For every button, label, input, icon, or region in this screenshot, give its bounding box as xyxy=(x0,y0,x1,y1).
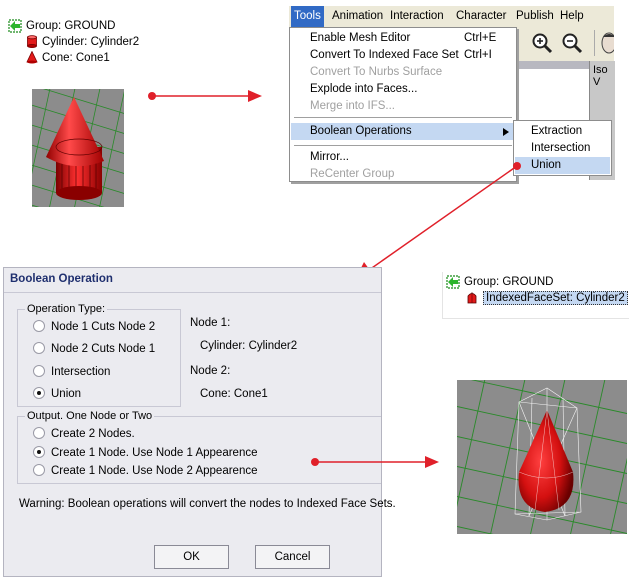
arrow-to-result xyxy=(311,456,439,468)
menu-item-label: Mirror... xyxy=(310,151,349,163)
node2-label: Node 2: xyxy=(190,365,231,377)
menu-item-label: Enable Mesh Editor xyxy=(310,32,411,44)
menu-item-convert-ifs[interactable]: Convert To Indexed Face Set Ctrl+I xyxy=(291,47,515,64)
scene-render xyxy=(457,380,627,534)
radio-label: Create 1 Node. Use Node 2 Appearence xyxy=(51,465,258,477)
radio-union[interactable]: Union xyxy=(33,386,81,402)
radio-create-1-node-node2[interactable]: Create 1 Node. Use Node 2 Appearence xyxy=(33,463,258,479)
radio-node2-cuts-node1[interactable]: Node 2 Cuts Node 1 xyxy=(33,341,155,357)
node2-value: Cone: Cone1 xyxy=(200,388,268,400)
cancel-button[interactable]: Cancel xyxy=(255,545,330,569)
ok-button[interactable]: OK xyxy=(154,545,229,569)
menu-item-shortcut: Ctrl+I xyxy=(464,49,492,61)
radio-button[interactable] xyxy=(33,386,45,399)
tree-item-label: Group: GROUND xyxy=(464,276,554,288)
submenu-item-label: Extraction xyxy=(531,125,583,137)
radio-button[interactable] xyxy=(33,463,45,476)
tree-item-group[interactable]: Group: GROUND xyxy=(446,274,553,290)
group-icon xyxy=(8,19,22,33)
tree-item-cylinder[interactable]: Cylinder: Cylinder2 xyxy=(26,34,139,50)
submenu-item-label: Intersection xyxy=(531,142,591,154)
radio-label: Intersection xyxy=(51,366,111,378)
toolbar-strip xyxy=(514,27,614,61)
radio-create-2-nodes[interactable]: Create 2 Nodes. xyxy=(33,426,135,442)
operation-type-label: Operation Type: xyxy=(25,303,108,315)
menu-separator xyxy=(294,117,512,118)
menu-animation[interactable]: Animation xyxy=(329,6,386,27)
submenu-item-extraction[interactable]: Extraction xyxy=(515,123,610,140)
menu-publish[interactable]: Publish xyxy=(513,6,557,27)
boolean-operation-dialog: Boolean Operation Operation Type: Node 1… xyxy=(3,267,396,577)
submenu-item-intersection[interactable]: Intersection xyxy=(515,140,610,157)
tree-item-label-selected: IndexedFaceSet: Cylinder2 xyxy=(483,291,628,305)
submenu-item-label: Union xyxy=(531,159,562,171)
warning-text: Warning: Boolean operations will convert… xyxy=(19,498,396,510)
radio-button[interactable] xyxy=(33,426,45,439)
cylinder-icon xyxy=(27,35,37,49)
menu-item-merge-ifs: Merge into IFS... xyxy=(291,98,515,115)
menu-item-shortcut: Ctrl+E xyxy=(464,32,497,44)
radio-create-1-node-node1[interactable]: Create 1 Node. Use Node 1 Appearence xyxy=(33,445,258,461)
dialog-title: Boolean Operation xyxy=(10,273,113,285)
tree-item-group[interactable]: Group: GROUND xyxy=(8,18,115,34)
indexed-face-set-icon xyxy=(467,292,477,304)
zoom-in-icon[interactable] xyxy=(530,31,554,55)
menu-item-explode-faces[interactable]: Explode into Faces... xyxy=(291,81,515,98)
menu-item-label: Explode into Faces... xyxy=(310,83,418,95)
tree-item-indexed-face-set[interactable]: IndexedFaceSet: Cylinder2 xyxy=(465,290,628,306)
menu-item-enable-mesh-editor[interactable]: Enable Mesh Editor Ctrl+E xyxy=(291,30,515,47)
radio-label: Node 1 Cuts Node 2 xyxy=(51,321,156,333)
radio-label: Create 1 Node. Use Node 1 Appearence xyxy=(51,447,258,459)
right-scene-tree: Group: GROUND IndexedFaceSet: Cylinder2 xyxy=(442,272,629,319)
submenu-item-union[interactable]: Union xyxy=(515,157,610,174)
radio-button[interactable] xyxy=(33,364,45,377)
radio-label: Node 2 Cuts Node 1 xyxy=(51,343,156,355)
cone-icon xyxy=(26,51,38,64)
menu-character[interactable]: Character xyxy=(453,6,510,27)
menu-separator xyxy=(294,145,512,146)
node1-label: Node 1: xyxy=(190,317,231,329)
menu-item-label: Convert To Nurbs Surface xyxy=(310,66,443,78)
output-label: Output. One Node or Two xyxy=(25,410,155,422)
menu-item-label: Boolean Operations xyxy=(310,125,412,137)
tree-item-label: Cone: Cone1 xyxy=(42,52,110,64)
radio-intersection[interactable]: Intersection xyxy=(33,364,110,380)
arrow-to-menu xyxy=(148,90,262,102)
menu-help[interactable]: Help xyxy=(557,6,587,27)
viewport-original-objects[interactable] xyxy=(32,89,124,207)
viewport-label: Iso V xyxy=(593,64,608,88)
avatar-face-icon[interactable] xyxy=(599,31,614,56)
menu-tools[interactable]: Tools xyxy=(291,6,324,27)
tree-item-cone[interactable]: Cone: Cone1 xyxy=(26,50,110,66)
boolean-submenu: Extraction Intersection Union xyxy=(513,120,612,176)
menu-item-label: Merge into IFS... xyxy=(310,100,396,112)
viewport-union-result[interactable] xyxy=(457,380,627,534)
radio-label: Union xyxy=(51,388,82,400)
zoom-out-icon[interactable] xyxy=(560,31,584,55)
radio-button[interactable] xyxy=(33,341,45,354)
menu-item-label: Convert To Indexed Face Set xyxy=(310,49,459,61)
radio-button[interactable] xyxy=(33,445,45,458)
tree-item-label: Cylinder: Cylinder2 xyxy=(42,36,140,48)
radio-label: Create 2 Nodes. xyxy=(51,428,135,440)
radio-button[interactable] xyxy=(33,319,45,332)
menu-bar: Tools Animation Interaction Character Pu… xyxy=(289,6,614,28)
submenu-arrow-icon xyxy=(503,128,509,136)
scene-render xyxy=(32,89,124,207)
menu-item-convert-nurbs: Convert To Nurbs Surface xyxy=(291,64,515,81)
node1-value: Cylinder: Cylinder2 xyxy=(200,340,298,352)
radio-node1-cuts-node2[interactable]: Node 1 Cuts Node 2 xyxy=(33,319,155,335)
toolbar-separator xyxy=(594,30,595,56)
menu-item-boolean-operations[interactable]: Boolean Operations xyxy=(291,123,515,140)
tree-item-label: Group: GROUND xyxy=(26,20,116,32)
menu-interaction[interactable]: Interaction xyxy=(387,6,447,27)
group-icon xyxy=(446,275,460,289)
